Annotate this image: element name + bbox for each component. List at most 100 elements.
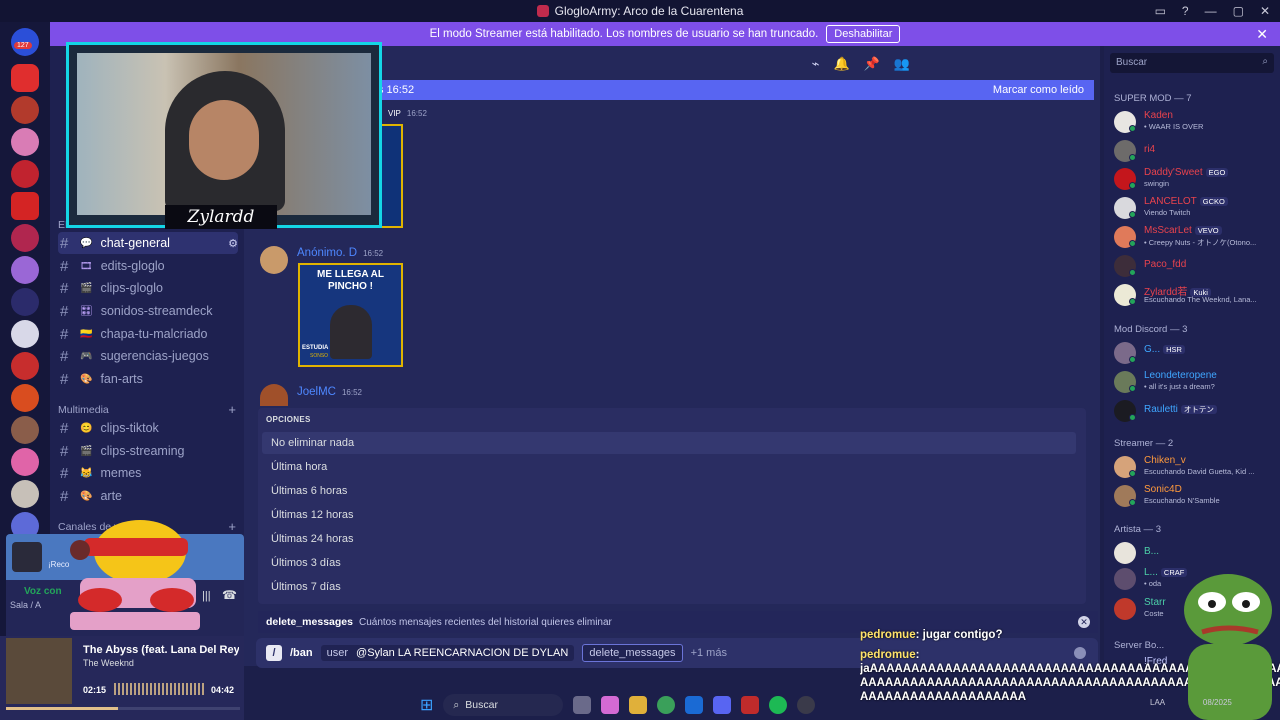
add-channel-icon[interactable]: + [228, 402, 236, 417]
task-view-icon[interactable] [573, 696, 592, 714]
inbox-icon[interactable]: ▭ [1155, 4, 1166, 18]
member-name: B... [1144, 546, 1160, 557]
message-image[interactable]: ME LLEGA AL PINCHO ! ESTUDIA SONSO [298, 263, 403, 367]
copilot-icon[interactable] [601, 696, 620, 714]
app-icon[interactable] [741, 696, 760, 714]
avatar [1114, 542, 1136, 564]
chrome-icon[interactable] [657, 696, 676, 714]
search-input[interactable]: Buscar ⌕ [1110, 53, 1274, 73]
member-item[interactable]: ri4 [1114, 138, 1274, 164]
progress-track[interactable] [6, 707, 240, 710]
close-icon[interactable]: ✕ [1078, 616, 1090, 628]
channel-emoji: 🎛 [80, 305, 93, 317]
option-item[interactable]: Últimas 24 horas [262, 528, 1076, 550]
discord-icon[interactable] [713, 696, 732, 714]
track-title: The Abyss (feat. Lana Del Rey) [83, 644, 239, 656]
status-dot [1129, 385, 1136, 392]
message-author[interactable]: VIP 16:52 [388, 109, 427, 118]
start-icon[interactable]: ⊞ [420, 695, 433, 715]
help-icon[interactable]: ? [1182, 4, 1189, 18]
message-author[interactable]: Anónimo. D 16:52 [297, 247, 383, 259]
member-item[interactable]: Kaden • WAAR IS OVER [1114, 109, 1274, 135]
settings-icon[interactable]: ⚙ [228, 237, 238, 250]
members-icon[interactable]: 👥 [894, 56, 910, 72]
hash-icon: # [60, 302, 69, 320]
server-icon[interactable] [11, 256, 39, 284]
param-delete-messages[interactable]: delete_messages [582, 644, 683, 662]
pin-icon[interactable]: 📌 [864, 56, 880, 72]
member-item[interactable]: Rauletti オトテン [1114, 398, 1274, 424]
category-multimedia[interactable]: Multimedia [58, 404, 109, 416]
server-icon[interactable] [11, 288, 39, 316]
server-icon[interactable] [11, 480, 39, 508]
channel-chapa-tu-malcriado[interactable]: # 🇨🇴 chapa-tu-malcriado [58, 323, 238, 345]
member-item[interactable]: Sonic4D Escuchando N'Samble [1114, 483, 1274, 509]
add-channel-icon[interactable]: + [228, 519, 236, 534]
more-params[interactable]: +1 más [691, 647, 727, 659]
server-icon[interactable] [11, 224, 39, 252]
channel-clips-gloglo[interactable]: # 🎬 clips-gloglo [58, 277, 238, 299]
server-icon[interactable] [11, 64, 39, 92]
avatar[interactable] [260, 384, 288, 406]
channel-clips-streaming[interactable]: # 🎬 clips-streaming [58, 440, 238, 462]
disable-streamer-button[interactable]: Deshabilitar [826, 25, 901, 43]
server-icon[interactable] [11, 128, 39, 156]
member-item[interactable]: MsScarLet VEVO • Creepy Nuts - オトノケ(Otono.… [1114, 224, 1274, 250]
option-item[interactable]: Últimas 12 horas [262, 504, 1076, 526]
mark-read-button[interactable]: Marcar como leído [993, 84, 1084, 96]
minimize-button[interactable]: — [1205, 4, 1217, 18]
channel-fan-arts[interactable]: # 🎨 fan-arts [58, 368, 238, 390]
param-user[interactable]: user @Sylan LA REENCARNACION DE DYLAN [320, 645, 575, 661]
member-name: Starr [1144, 597, 1166, 608]
overlay-text: : jugar contigo? [915, 629, 1003, 641]
member-item[interactable]: Leondeteropene • all it's just a dream? [1114, 369, 1274, 395]
server-icon[interactable] [11, 192, 39, 220]
option-item[interactable]: Última hora [262, 456, 1076, 478]
new-messages-bar[interactable]: s 16:52 Marcar como leído [368, 80, 1094, 100]
member-item[interactable]: B... [1114, 540, 1274, 566]
obs-icon[interactable] [797, 696, 816, 714]
server-icon[interactable] [11, 96, 39, 124]
threads-icon[interactable]: ⌁ [812, 56, 820, 72]
status-dot [1129, 298, 1136, 305]
member-item[interactable]: Daddy'Sweet EGO swingin [1114, 166, 1274, 192]
server-icon[interactable] [11, 320, 39, 348]
server-icon[interactable] [11, 160, 39, 188]
channel-chat-general[interactable]: # 💬 chat-general ⚙ [58, 232, 238, 254]
spotify-icon[interactable] [769, 696, 788, 714]
avatar[interactable] [260, 246, 288, 274]
member-item[interactable]: G... HSR [1114, 340, 1274, 366]
channel-sugerencias-juegos[interactable]: # 🎮 sugerencias-juegos [58, 345, 238, 367]
option-item[interactable]: Últimas 6 horas [262, 480, 1076, 502]
webcam-label: Zylardd [165, 205, 277, 229]
channel-arte[interactable]: # 🎨 arte [58, 485, 238, 507]
meme-footer: ESTUDIA [302, 345, 329, 351]
close-icon[interactable]: ✕ [1256, 26, 1268, 43]
server-icon[interactable] [11, 384, 39, 412]
disconnect-icon[interactable]: ☎ [222, 588, 237, 602]
channel-sonidos-streamdeck[interactable]: # 🎛 sonidos-streamdeck [58, 300, 238, 322]
option-item[interactable]: Últimos 7 días [262, 576, 1076, 598]
message-author[interactable]: JoelMC 16:52 [297, 386, 362, 398]
channel-edits-gloglo[interactable]: # 🎞 edits-gloglo [58, 255, 238, 277]
member-item[interactable]: LANCELOT GCKO Viendo Twitch [1114, 195, 1274, 221]
close-button[interactable]: ✕ [1260, 4, 1270, 18]
server-icon[interactable] [11, 416, 39, 444]
channel-memes[interactable]: # 😹 memes [58, 462, 238, 484]
member-item[interactable]: Chiken_v Escuchando David Guetta, Kid ... [1114, 454, 1274, 480]
channel-clips-tiktok[interactable]: # 😊 clips-tiktok [58, 417, 238, 439]
member-item[interactable]: Zylardd若 Kuki Escuchando The Weeknd, Lana.… [1114, 282, 1274, 308]
file-explorer-icon[interactable] [629, 696, 648, 714]
option-item[interactable]: No eliminar nada [262, 432, 1076, 454]
server-icon[interactable] [11, 448, 39, 476]
member-item[interactable]: Paco_fdd [1114, 253, 1274, 279]
bell-icon[interactable]: 🔔 [833, 56, 849, 72]
option-item[interactable]: Últimos 3 días [262, 552, 1076, 574]
channel-emoji: 🎮 [80, 350, 93, 362]
maximize-button[interactable]: ▢ [1233, 4, 1244, 18]
unread-badge: 127 [14, 42, 32, 49]
hint-description: Cuántos mensajes recientes del historial… [358, 616, 612, 628]
taskbar-search[interactable]: ⌕ Buscar [443, 694, 564, 716]
outlook-icon[interactable] [685, 696, 704, 714]
server-icon[interactable] [11, 352, 39, 380]
